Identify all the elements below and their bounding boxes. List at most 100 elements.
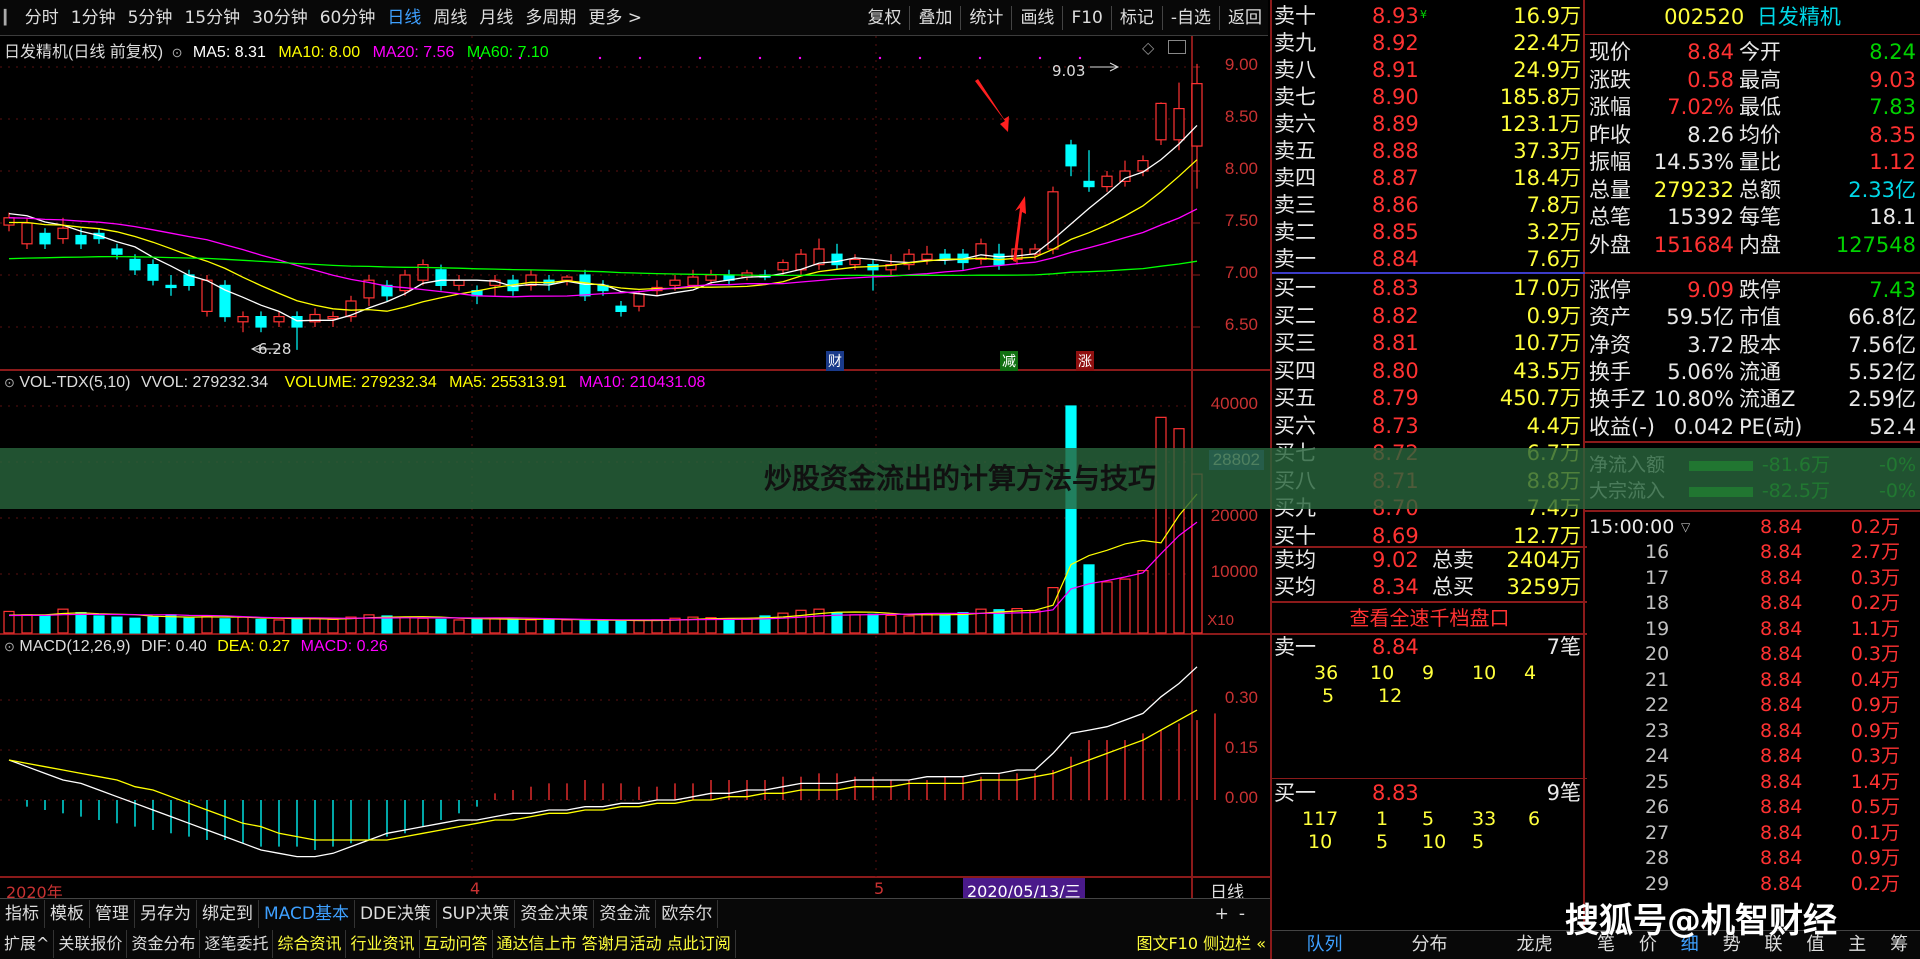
news-tab[interactable]: 综合资讯 bbox=[273, 929, 347, 958]
window-icon[interactable] bbox=[1168, 40, 1186, 54]
sell-level-row[interactable]: 卖十 8.93 16.9万 bbox=[1272, 3, 1587, 30]
buy-level-row[interactable]: 买五 8.79 450.7万 bbox=[1272, 385, 1587, 412]
queue-row[interactable]: 5 12 bbox=[1272, 683, 1587, 710]
price-tick: 9.00 bbox=[1224, 55, 1258, 74]
tab-monthly[interactable]: 月线 bbox=[473, 0, 519, 36]
remove-watchlist-button[interactable]: -自选 bbox=[1165, 0, 1217, 36]
candle-body bbox=[777, 261, 789, 271]
tick-row: 21 8.84 0.4万 bbox=[1585, 668, 1920, 694]
tab-weekly[interactable]: 周线 bbox=[427, 0, 473, 36]
zoom-out-button[interactable]: - bbox=[1234, 900, 1250, 928]
queue-order: 12 bbox=[1378, 685, 1403, 707]
tab-save-as[interactable]: 另存为 bbox=[135, 899, 197, 928]
sell-level-row[interactable]: 卖七 8.90 185.8万 bbox=[1272, 84, 1587, 111]
buy-level-row[interactable]: 买二 8.82 0.9万 bbox=[1272, 303, 1587, 330]
level-price: 8.83 bbox=[1372, 276, 1419, 300]
volume-ma10-label: MA10: 210431.08 bbox=[579, 374, 706, 391]
tab-dde[interactable]: DDE决策 bbox=[355, 899, 437, 928]
sell-level-row[interactable]: 卖三 8.86 7.8万 bbox=[1272, 192, 1587, 219]
tab-oneil[interactable]: 欧奈尔 bbox=[656, 899, 719, 928]
avg-sell-row[interactable]: 卖均 9.02 总卖 2404万 bbox=[1272, 547, 1587, 574]
tab-manage[interactable]: 管理 bbox=[90, 899, 135, 928]
qa-tab[interactable]: 互动问答 bbox=[420, 929, 493, 958]
tab-1min[interactable]: 1分钟 bbox=[65, 0, 122, 36]
order-detail-tab[interactable]: 逐笔委托 bbox=[200, 929, 274, 958]
quote-label: 总额 bbox=[1739, 177, 1781, 202]
order-book-tab[interactable]: 队列 bbox=[1272, 931, 1377, 959]
view-full-depth-button[interactable]: 查看全速千档盘口 bbox=[1272, 603, 1587, 633]
sell-level-row[interactable]: 卖六 8.89 123.1万 bbox=[1272, 111, 1587, 138]
mark-button[interactable]: 标记 bbox=[1114, 0, 1160, 36]
tab-15min[interactable]: 15分钟 bbox=[178, 0, 246, 36]
tab-indicator[interactable]: 指标 bbox=[0, 899, 45, 928]
tick-time: 18 bbox=[1645, 592, 1670, 614]
candle-body bbox=[633, 293, 645, 307]
volume-bar bbox=[867, 613, 879, 634]
tab-template[interactable]: 模板 bbox=[45, 899, 90, 928]
sell-level-row[interactable]: 卖八 8.91 24.9万 bbox=[1272, 57, 1587, 84]
zoom-in-button[interactable]: + bbox=[1210, 900, 1234, 928]
related-quote-tab[interactable]: 关联报价 bbox=[54, 929, 128, 958]
buy-level-row[interactable]: 买一 8.83 17.0万 bbox=[1272, 275, 1587, 302]
diamond-icon[interactable]: ◇ bbox=[1142, 38, 1154, 57]
buy-level-row[interactable]: 买六 8.73 4.4万 bbox=[1272, 413, 1587, 440]
tab-fund-flow[interactable]: 资金流 bbox=[594, 899, 657, 928]
fund-distribution-tab[interactable]: 资金分布 bbox=[127, 929, 201, 958]
sell-level-row[interactable]: 卖二 8.85 3.2万 bbox=[1272, 219, 1587, 246]
f10-button[interactable]: F10 bbox=[1065, 0, 1108, 36]
reduce-marker[interactable]: 减 bbox=[1000, 351, 1018, 371]
queue-row[interactable]: 10 5 10 5 bbox=[1272, 829, 1587, 856]
tick-time: 28 bbox=[1645, 847, 1670, 869]
tab-more[interactable]: 更多 > bbox=[582, 0, 648, 36]
tab-macd-basic[interactable]: MACD基本 bbox=[259, 899, 355, 928]
draw-line-button[interactable]: 画线 bbox=[1014, 0, 1060, 36]
level-volume: 0.9万 bbox=[1526, 303, 1581, 328]
tab-fund-decision[interactable]: 资金决策 bbox=[515, 899, 595, 928]
industry-news-tab[interactable]: 行业资讯 bbox=[346, 929, 420, 958]
menu-icon[interactable]: ▎ bbox=[0, 10, 19, 26]
stat-value: 59.5亿 bbox=[1666, 305, 1734, 330]
rise-marker[interactable]: 涨 bbox=[1076, 351, 1094, 371]
dropdown-icon[interactable]: ▽ bbox=[1681, 514, 1690, 540]
ma-dot bbox=[878, 56, 882, 60]
sell-level-row[interactable]: 卖五 8.88 37.3万 bbox=[1272, 138, 1587, 165]
avg-buy-row[interactable]: 买均 8.34 总买 3259万 bbox=[1272, 574, 1587, 601]
sell-level-row[interactable]: 卖九 8.92 22.4万 bbox=[1272, 30, 1587, 57]
sell-level-row[interactable]: 卖四 8.87 18.4万 bbox=[1272, 165, 1587, 192]
sell-level-row[interactable]: 卖一 8.84 7.6万 bbox=[1272, 246, 1587, 273]
sidebar-toggle[interactable]: 图文F10 侧边栏 « bbox=[1132, 930, 1270, 958]
candle-body bbox=[1065, 144, 1077, 167]
expand-button[interactable]: 扩展^ bbox=[0, 929, 55, 958]
dropdown-icon[interactable]: ⊙ bbox=[172, 45, 183, 60]
back-button[interactable]: 返回 bbox=[1222, 0, 1268, 36]
buy-level-row[interactable]: 买三 8.81 10.7万 bbox=[1272, 330, 1587, 357]
tab-sup[interactable]: SUP决策 bbox=[437, 899, 516, 928]
tab-5min[interactable]: 5分钟 bbox=[122, 0, 179, 36]
stats-button[interactable]: 统计 bbox=[963, 0, 1009, 36]
detail-tab[interactable]: 主 bbox=[1836, 931, 1878, 959]
quote-label: 今开 bbox=[1739, 40, 1781, 64]
stat-value: 7.56亿 bbox=[1848, 332, 1916, 357]
queue-sell-header[interactable]: 卖一 8.84 7笔 bbox=[1272, 634, 1587, 661]
queue-buy-header[interactable]: 买一 8.83 9笔 bbox=[1272, 780, 1587, 807]
tab-60min[interactable]: 60分钟 bbox=[314, 0, 382, 36]
tab-fenshi[interactable]: 分时 bbox=[19, 0, 65, 36]
overlay-button[interactable]: 叠加 bbox=[912, 0, 958, 36]
fuquan-button[interactable]: 复权 bbox=[861, 0, 907, 36]
level-volume: 43.5万 bbox=[1513, 358, 1581, 383]
tab-multi-period[interactable]: 多周期 bbox=[519, 0, 582, 36]
volume-bar bbox=[273, 619, 285, 634]
tab-daily[interactable]: 日线 bbox=[381, 0, 427, 36]
promo-link[interactable]: 通达信上市 答谢月活动 点此订阅 bbox=[493, 929, 736, 958]
buy-level-row[interactable]: 买四 8.80 43.5万 bbox=[1272, 358, 1587, 385]
detail-tab[interactable]: 筹 bbox=[1878, 931, 1920, 959]
tick-row: 24 8.84 0.3万 bbox=[1585, 744, 1920, 770]
dropdown-icon[interactable]: ⊙ bbox=[4, 639, 15, 654]
tab-bind[interactable]: 绑定到 bbox=[197, 899, 259, 928]
dropdown-icon[interactable]: ⊙ bbox=[4, 375, 15, 390]
queue-label: 卖一 bbox=[1274, 635, 1316, 659]
volume-bar bbox=[57, 608, 69, 634]
tab-30min[interactable]: 30分钟 bbox=[246, 0, 314, 36]
finance-marker[interactable]: 财 bbox=[826, 351, 844, 371]
order-book-tab[interactable]: 分布 bbox=[1377, 931, 1482, 959]
